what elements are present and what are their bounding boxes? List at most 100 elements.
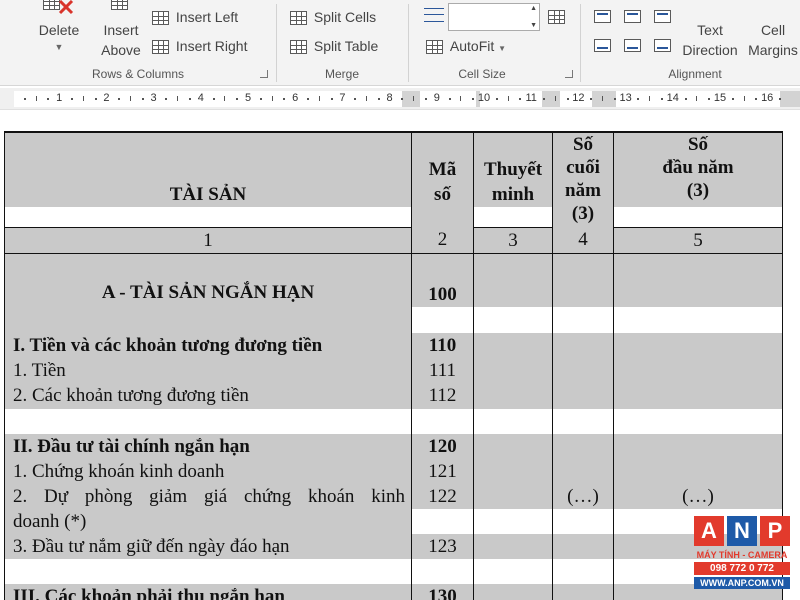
row-a-note-cell[interactable] [473, 253, 553, 307]
row-i-code[interactable]: 110 [411, 333, 474, 358]
row-a-end-cell[interactable] [552, 253, 614, 307]
align-top-center-icon[interactable] [624, 10, 641, 23]
row-iii-code[interactable]: 130 [411, 584, 474, 600]
header-note-spacer [473, 207, 553, 228]
align-bottom-right-icon[interactable] [654, 39, 671, 52]
table-row[interactable]: 3. Đầu tư nắm giữ đến ngày đáo hạn 123 [4, 534, 783, 559]
cell-size-launcher-icon[interactable] [565, 70, 573, 78]
row-ii-title[interactable]: II. Đầu tư tài chính ngắn hạn [4, 434, 412, 459]
row-ii1-begin-cell[interactable] [613, 459, 783, 484]
rows-columns-launcher-icon[interactable] [260, 70, 268, 78]
insert-above-button[interactable]: Insert Above [96, 0, 146, 60]
row-ii1-code[interactable]: 121 [411, 459, 474, 484]
ruler-column-marker[interactable] [592, 91, 616, 107]
align-top-left-icon[interactable] [594, 10, 611, 23]
autofit-button[interactable]: AutoFit ▼ [426, 36, 506, 59]
row-ii3-title[interactable]: 3. Đầu tư nắm giữ đến ngày đáo hạn [4, 534, 412, 559]
insert-left-label: Insert Left [175, 9, 239, 25]
spacer-cell [411, 409, 474, 434]
row-ii-code[interactable]: 120 [411, 434, 474, 459]
table-row[interactable]: 1. Chứng khoán kinh doanh 121 [4, 459, 783, 484]
row-i1-note-cell[interactable] [473, 358, 553, 383]
row-i1-title[interactable]: 1. Tiền [4, 358, 412, 383]
delete-table-icon [41, 0, 77, 20]
table-row[interactable]: 2. Các khoản tương đương tiền 112 [4, 383, 783, 409]
row-i2-note-cell[interactable] [473, 383, 553, 409]
row-i1-end-cell[interactable] [552, 358, 614, 383]
row-iii-note-cell[interactable] [473, 584, 553, 600]
row-ii2-code[interactable]: 122 [411, 484, 474, 509]
ruler-tick [731, 98, 734, 100]
align-bottom-center-icon[interactable] [624, 39, 641, 52]
table-row[interactable]: II. Đầu tư tài chính ngắn hạn 120 [4, 434, 783, 459]
ruler-tick [130, 96, 131, 101]
insert-right-button[interactable]: Insert Right [152, 36, 247, 56]
split-table-button[interactable]: Split Table [290, 36, 378, 56]
split-cells-button[interactable]: Split Cells [290, 7, 376, 27]
row-ii-end-cell[interactable] [552, 434, 614, 459]
ruler-tick [82, 96, 84, 101]
row-i-begin-cell[interactable] [613, 333, 783, 358]
row-i1-code[interactable]: 111 [411, 358, 474, 383]
ruler-column-marker[interactable] [402, 91, 420, 107]
header-begin-cell[interactable]: Số đầu năm (3) [613, 131, 783, 207]
row-height-field[interactable]: ▲ ▼ [448, 3, 540, 31]
header-asset-cell[interactable]: TÀI SẢN [4, 131, 412, 207]
table-row[interactable]: A - TÀI SẢN NGẮN HẠN 100 [4, 253, 783, 333]
row-ii3-note-cell[interactable] [473, 534, 553, 559]
row-iii-end-cell[interactable] [552, 584, 614, 600]
row-ii1-note-cell[interactable] [473, 459, 553, 484]
balance-sheet-table[interactable]: TÀI SẢN Mã số Thuyết minh Số cuối năm (3… [4, 131, 783, 600]
row-ii-begin-cell[interactable] [613, 434, 783, 459]
row-ii2-note-cell[interactable] [473, 484, 553, 509]
insert-left-button[interactable]: Insert Left [152, 7, 238, 27]
row-i2-end-cell[interactable] [552, 383, 614, 409]
row-ii1-end-cell[interactable] [552, 459, 614, 484]
align-bottom-left-icon[interactable] [594, 39, 611, 52]
text-direction-button[interactable]: Text Direction [680, 20, 740, 60]
row-a-begin-cell[interactable] [613, 253, 783, 307]
row-a-code-spacer [411, 307, 474, 333]
row-ii1-title[interactable]: 1. Chứng khoán kinh doanh [4, 459, 412, 484]
row-ii3-end-cell[interactable] [552, 534, 614, 559]
row-i2-title[interactable]: 2. Các khoản tương đương tiền [4, 383, 412, 409]
header-code-cell[interactable]: Mã số [411, 131, 474, 227]
table-row[interactable]: 2. Dự phòng giảm giá chứng khoán kinh do… [4, 484, 783, 534]
row-i1-begin-cell[interactable] [613, 358, 783, 383]
row-i-note-cell[interactable] [473, 333, 553, 358]
split-table-label: Split Table [313, 38, 379, 54]
cell-size-group-label: Cell Size [458, 67, 506, 81]
delete-button[interactable]: Delete ▼ [30, 0, 88, 54]
row-ii2-title-cell[interactable]: 2. Dự phòng giảm giá chứng khoán kinh do… [4, 484, 412, 534]
document-page[interactable]: TÀI SẢN Mã số Thuyết minh Số cuối năm (3… [0, 111, 800, 600]
distribute-icon[interactable] [548, 10, 565, 24]
insert-above-icon [111, 0, 128, 10]
align-top-right-icon[interactable] [654, 10, 671, 23]
row-ii2-end[interactable]: (…) [552, 484, 614, 509]
row-iii-title[interactable]: III. Các khoản phải thu ngắn hạn [4, 584, 412, 600]
row-ii3-code[interactable]: 123 [411, 534, 474, 559]
ruler-column-marker[interactable] [780, 91, 800, 107]
row-i2-code[interactable]: 112 [411, 383, 474, 409]
ruler-tick [448, 98, 451, 100]
cell-margins-button[interactable]: Cell Margins [746, 20, 800, 60]
split-table-icon [290, 40, 307, 55]
header-note-cell[interactable]: Thuyết minh [473, 131, 553, 207]
row-a-title-cell[interactable]: A - TÀI SẢN NGẮN HẠN [4, 253, 412, 333]
row-a-code-cell[interactable]: 100 [411, 253, 474, 307]
horizontal-ruler[interactable]: 1 2 3 4 5 6 7 8 9 10 11 12 13 14 15 16 [0, 88, 800, 110]
row-i2-begin-cell[interactable] [613, 383, 783, 409]
header-end-cell[interactable]: Số cuối năm (3) [552, 131, 614, 227]
row-ii2-begin[interactable]: (…) [613, 484, 783, 509]
ruler-tick [460, 96, 462, 101]
spacer-cell [411, 559, 474, 584]
table-row[interactable]: III. Các khoản phải thu ngắn hạn 130 [4, 584, 783, 600]
row-ii-note-cell[interactable] [473, 434, 553, 459]
table-row[interactable]: 1. Tiền 111 [4, 358, 783, 383]
row-height-spin-down[interactable]: ▼ [530, 22, 537, 29]
watermark-letter: A [694, 516, 724, 546]
row-i-end-cell[interactable] [552, 333, 614, 358]
table-row[interactable]: I. Tiền và các khoản tương đương tiền 11… [4, 333, 783, 358]
row-i-title[interactable]: I. Tiền và các khoản tương đương tiền [4, 333, 412, 358]
row-height-spin-up[interactable]: ▲ [530, 5, 537, 12]
